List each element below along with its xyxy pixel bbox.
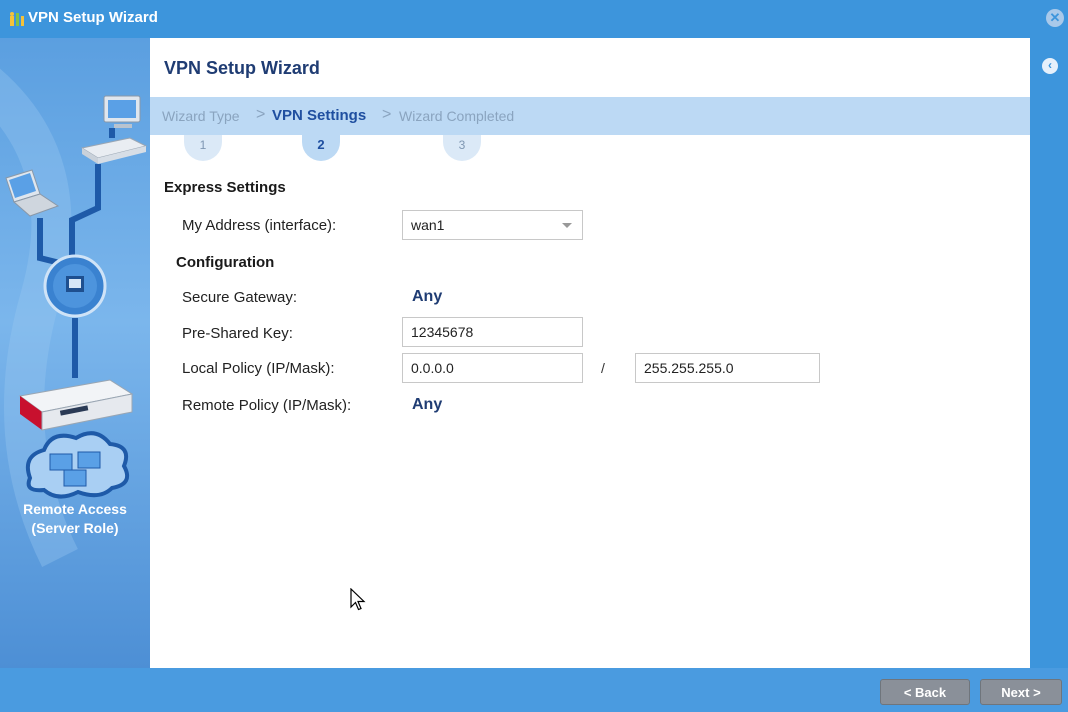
wizard-illustration-panel: Remote Access (Server Role) bbox=[0, 38, 150, 668]
local-policy-mask-input[interactable] bbox=[635, 353, 820, 383]
local-policy-ip-input[interactable] bbox=[402, 353, 583, 383]
step-wizard-type: Wizard Type bbox=[162, 108, 240, 124]
role-label-line1: Remote Access bbox=[23, 501, 127, 517]
remote-policy-label: Remote Policy (IP/Mask): bbox=[182, 397, 352, 414]
collapse-chevron-icon[interactable]: ‹ bbox=[1042, 58, 1058, 74]
desktop-computer-icon bbox=[103, 95, 141, 128]
local-policy-label: Local Policy (IP/Mask): bbox=[182, 360, 335, 377]
secure-gateway-value: Any bbox=[412, 288, 443, 305]
my-address-label: My Address (interface): bbox=[182, 217, 337, 234]
step-vpn-settings: VPN Settings bbox=[272, 107, 367, 124]
title-bar: VPN Setup Wizard ✕ bbox=[0, 0, 1068, 38]
wizard-content: VPN Setup Wizard Wizard Type > VPN Setti… bbox=[150, 38, 1030, 668]
pre-shared-key-input[interactable] bbox=[402, 317, 583, 347]
back-button[interactable]: < Back bbox=[880, 679, 970, 705]
role-label-line2: (Server Role) bbox=[31, 520, 119, 536]
page-title: VPN Setup Wizard bbox=[164, 58, 320, 78]
network-diagram-illustration bbox=[0, 68, 148, 567]
step-number-3: 3 bbox=[443, 135, 481, 161]
next-button[interactable]: Next > bbox=[980, 679, 1062, 705]
step-separator-icon: > bbox=[256, 106, 266, 123]
step-number-2: 2 bbox=[302, 135, 340, 161]
right-side-strip: ‹ bbox=[1030, 38, 1068, 668]
my-address-selected-value: wan1 bbox=[411, 217, 445, 233]
wizard-app-icon bbox=[10, 12, 24, 26]
chevron-down-icon bbox=[562, 223, 572, 228]
wizard-footer: < Back Next > bbox=[0, 668, 1068, 712]
window-title: VPN Setup Wizard bbox=[28, 9, 158, 26]
local-policy-separator: / bbox=[601, 360, 605, 376]
internet-globe-icon bbox=[43, 254, 107, 318]
express-settings-title: Express Settings bbox=[164, 179, 286, 196]
configuration-title: Configuration bbox=[176, 254, 275, 271]
step-number-1: 1 bbox=[184, 135, 222, 161]
wizard-role-label: Remote Access (Server Role) bbox=[0, 500, 150, 538]
remote-policy-value: Any bbox=[412, 396, 443, 413]
mouse-cursor-icon bbox=[350, 588, 366, 611]
step-wizard-completed: Wizard Completed bbox=[399, 108, 515, 124]
pre-shared-key-label: Pre-Shared Key: bbox=[182, 325, 293, 342]
step-separator-icon: > bbox=[382, 106, 392, 123]
secure-gateway-label: Secure Gateway: bbox=[182, 289, 298, 306]
close-icon[interactable]: ✕ bbox=[1046, 9, 1064, 27]
switch-device-icon bbox=[80, 137, 148, 164]
my-address-select[interactable]: wan1 bbox=[402, 210, 583, 240]
wizard-steps-bar: Wizard Type > VPN Settings > Wizard Comp… bbox=[150, 97, 1030, 135]
